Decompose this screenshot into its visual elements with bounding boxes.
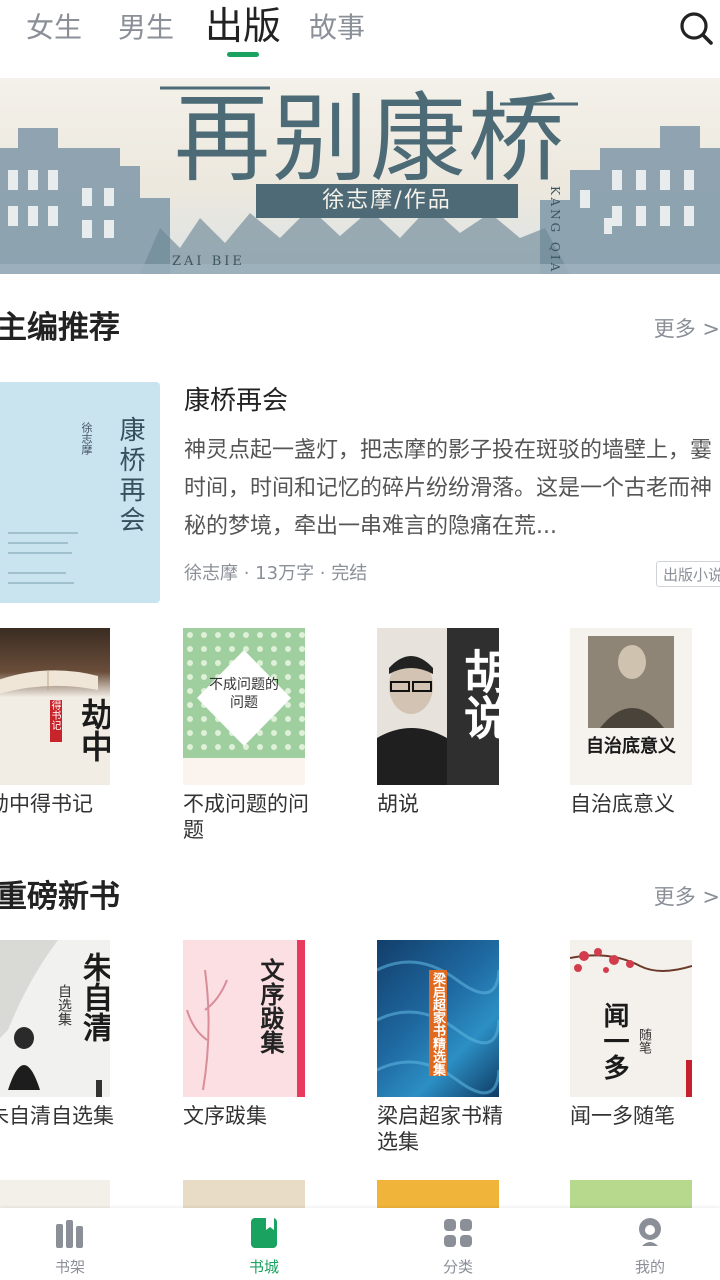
top-tab-bar: 女生 男生 出版 故事 xyxy=(0,0,720,70)
cover-title: 闻一多 xyxy=(599,1002,629,1080)
book-cover: 得书记 劫中 xyxy=(0,628,110,785)
featured-cover-title: 康桥再会 xyxy=(115,416,145,536)
profile-icon xyxy=(639,1218,661,1246)
bookstore-icon xyxy=(251,1218,277,1248)
search-button[interactable] xyxy=(676,8,716,48)
banner-author: 徐志摩/作品 xyxy=(256,184,518,218)
book-cover-partial[interactable] xyxy=(377,1180,499,1210)
nav-label: 书架 xyxy=(54,1258,85,1276)
active-tab-indicator xyxy=(227,52,259,57)
tab-female[interactable]: 女生 xyxy=(26,8,82,48)
book-title: 文序跋集 xyxy=(183,1104,267,1128)
section-title-new-books: 重磅新书 xyxy=(0,879,120,915)
cover-portrait xyxy=(588,636,674,728)
book-cover: 不成问题的问题 xyxy=(183,628,305,785)
nav-item-bookstore[interactable]: 书城 xyxy=(214,1208,314,1280)
book-cover-partial[interactable] xyxy=(0,1180,110,1210)
category-icon xyxy=(444,1219,472,1247)
new-books-more-link[interactable]: 更多 > xyxy=(654,882,720,912)
featured-book-title[interactable]: 康桥再会 xyxy=(184,383,288,419)
cover-title: 不成问题的问题 xyxy=(209,677,279,711)
cover-text-line xyxy=(8,532,78,534)
cover-subtitle: 自选集 xyxy=(56,984,72,1026)
featured-book-description: 神灵点起一盏灯，把志摩的影子投在斑驳的墙壁上，霎时间，时间和记忆的碎片纷纷滑落。… xyxy=(184,438,713,539)
book-cover-partial[interactable] xyxy=(183,1180,305,1210)
cover-title: 胡说 xyxy=(457,648,499,740)
cover-subtitle: 随笔 xyxy=(636,1028,651,1054)
book-title: 胡说 xyxy=(377,792,419,816)
book-cover: 闻一多 随笔 xyxy=(570,940,692,1097)
featured-book-meta: 徐志摩 · 13万字 · 完结 xyxy=(184,563,368,584)
book-cover: 自治底意义 xyxy=(570,628,692,785)
editor-picks-more-link[interactable]: 更多 > xyxy=(654,314,720,344)
section-title-editor-picks: 主编推荐 xyxy=(0,310,120,346)
book-cover: 朱自清 自选集 xyxy=(0,940,110,1097)
book-cover-partial[interactable] xyxy=(570,1180,692,1210)
book-title: 闻一多随笔 xyxy=(570,1104,675,1128)
promo-banner[interactable]: 再别康桥 ZAI BIE KANG QIAO xyxy=(0,78,720,274)
nav-item-category[interactable]: 分类 xyxy=(408,1208,508,1280)
tab-male[interactable]: 男生 xyxy=(118,8,174,48)
tab-story[interactable]: 故事 xyxy=(309,8,365,48)
cover-subtitle: 得书记 xyxy=(49,700,60,730)
cover-title: 劫中 xyxy=(76,698,110,762)
cover-text-line xyxy=(8,542,68,544)
bottom-navigation: 书架 书城 分类 我的 xyxy=(0,1208,720,1280)
featured-cover-author: 徐志摩 xyxy=(80,422,93,455)
nav-label: 我的 xyxy=(634,1258,665,1276)
cover-title: 文序跋集 xyxy=(256,958,285,1054)
book-cover: 胡说 xyxy=(377,628,499,785)
book-title: 劫中得书记 xyxy=(0,792,93,816)
banner-pinyin-left: ZAI BIE xyxy=(172,254,245,269)
cover-title: 梁启超家书精选集 xyxy=(430,972,445,1076)
nav-label: 分类 xyxy=(442,1258,473,1276)
bookshelf-icon xyxy=(56,1220,83,1248)
banner-title: 再别康桥 xyxy=(174,83,566,195)
cover-title: 朱自清 xyxy=(77,952,110,1042)
cover-illustration xyxy=(186,940,305,1097)
nav-item-bookshelf[interactable]: 书架 xyxy=(20,1208,120,1280)
book-title: 朱自清自选集 xyxy=(0,1104,114,1128)
cover-text-line xyxy=(8,582,74,584)
tab-publishing[interactable]: 出版 xyxy=(205,4,281,48)
nav-label: 书城 xyxy=(248,1258,279,1276)
book-cover: 梁启超家书精选集 xyxy=(377,940,499,1097)
book-cover: 文序跋集 xyxy=(183,940,305,1097)
cover-text-line xyxy=(8,552,72,554)
featured-book-tag: 出版小说 xyxy=(656,561,720,587)
book-title: 梁启超家书精选集 xyxy=(377,1104,503,1154)
featured-book-cover[interactable]: 康桥再会 徐志摩 xyxy=(0,382,160,603)
banner-pinyin-right: KANG QIAO xyxy=(548,186,562,274)
cover-title: 自治底意义 xyxy=(586,736,676,757)
book-title: 自治底意义 xyxy=(570,792,675,816)
cover-text-line xyxy=(8,572,66,574)
book-title: 不成问题的问题 xyxy=(183,792,309,842)
search-icon xyxy=(680,12,713,45)
nav-item-profile[interactable]: 我的 xyxy=(600,1208,700,1280)
